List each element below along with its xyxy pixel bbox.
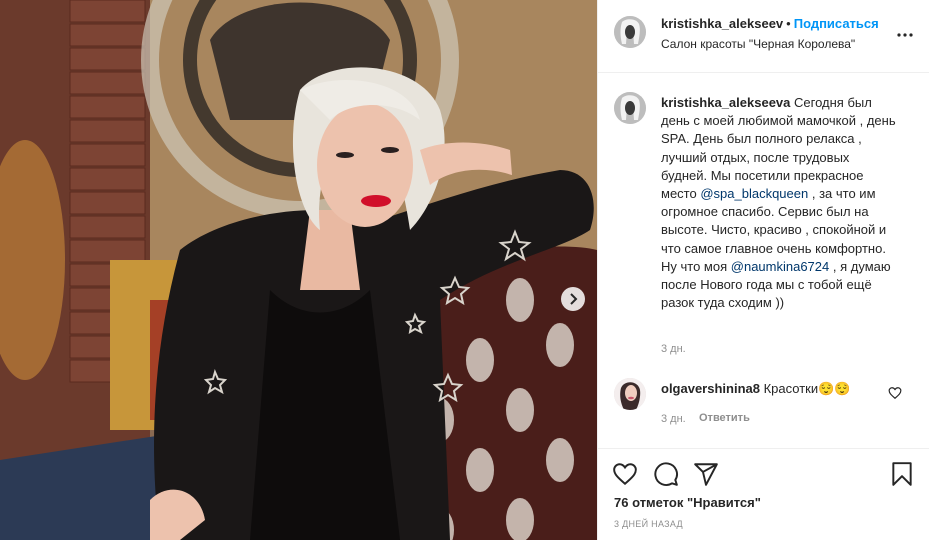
- location-link[interactable]: Салон красоты "Черная Королева": [661, 37, 855, 51]
- post-date[interactable]: 3 дней назад: [614, 519, 683, 529]
- comment-button[interactable]: [653, 461, 679, 487]
- post-actions: 76 отметок "Нравится" 3 дней назад: [598, 448, 929, 541]
- comment-age[interactable]: 3 дн.: [661, 413, 686, 425]
- caption-author-avatar[interactable]: [614, 92, 646, 124]
- post-photo[interactable]: [0, 0, 597, 540]
- heart-outline-icon: [613, 463, 637, 486]
- author-username[interactable]: kristishka_alekseev: [661, 16, 783, 31]
- instagram-post: kristishka_alekseev • Подписаться Салон кр…: [0, 0, 929, 540]
- commenter-avatar[interactable]: [614, 378, 646, 410]
- likes-count[interactable]: 76 отметок "Нравится": [614, 495, 761, 510]
- post-caption: kristishka_alekseeva Сегодня был день с …: [661, 94, 896, 312]
- follow-button[interactable]: Подписаться: [794, 16, 879, 31]
- heart-outline-icon: [888, 387, 902, 400]
- author-avatar[interactable]: [614, 16, 646, 48]
- more-options-button[interactable]: [895, 25, 915, 45]
- mention-link[interactable]: @naumkina6724: [731, 259, 829, 274]
- mention-link[interactable]: @spa_blackqueen: [700, 186, 808, 201]
- next-photo-button[interactable]: [561, 287, 585, 311]
- paper-plane-icon: [694, 463, 718, 486]
- comment-username[interactable]: olgavershinina8: [661, 381, 760, 396]
- comment-like-button[interactable]: [888, 386, 902, 400]
- chevron-right-icon: [570, 293, 578, 305]
- reply-button[interactable]: Ответить: [699, 412, 750, 424]
- caption-age[interactable]: 3 дн.: [661, 343, 686, 355]
- header-user-line: kristishka_alekseev • Подписаться: [661, 16, 879, 31]
- more-horizontal-icon: [897, 33, 913, 37]
- save-button[interactable]: [889, 461, 915, 487]
- comment: olgavershinina8 Красотки😌😌: [661, 380, 881, 398]
- post-header: kristishka_alekseev • Подписаться Салон кр…: [598, 0, 929, 73]
- author-avatar-image: [614, 16, 646, 48]
- like-button[interactable]: [612, 461, 638, 487]
- share-button[interactable]: [693, 461, 719, 487]
- post-side-panel: kristishka_alekseev • Подписаться Салон кр…: [597, 0, 929, 540]
- caption-avatar-image: [614, 92, 646, 124]
- caption-username[interactable]: kristishka_alekseeva: [661, 95, 790, 110]
- commenter-avatar-image: [614, 378, 646, 410]
- comment-icon: [654, 462, 678, 486]
- separator-dot: •: [786, 16, 791, 31]
- comment-text: Красотки😌😌: [763, 381, 851, 396]
- bookmark-icon: [892, 462, 912, 486]
- post-photo-illustration: [0, 0, 597, 540]
